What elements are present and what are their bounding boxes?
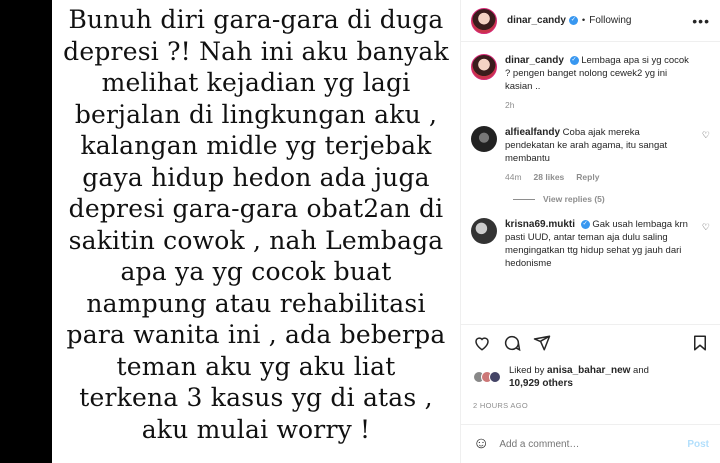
post-text-line: sakitin cowok , nah Lembaga (68, 225, 444, 255)
comment-time: 44m (505, 172, 522, 182)
liker-avatar (489, 371, 501, 383)
liker-avatars (473, 371, 501, 383)
heart-icon[interactable]: ♡ (702, 130, 710, 141)
post-text-line: kalangan midle yg terjebak (80, 131, 432, 160)
post-text-line: teman aku yg aku liat (116, 351, 396, 381)
comment-username[interactable]: alfiealfandy (505, 127, 560, 138)
comment-item: alfiealfandy Coba ajak mereka pendekatan… (471, 126, 710, 184)
post-text-line: gaya hidup hedon ada juga (82, 162, 430, 192)
like-heart-icon[interactable] (473, 334, 491, 355)
comment-bubble-icon[interactable] (503, 334, 521, 355)
post-text-line: aku mulai worry ! (141, 414, 371, 444)
author-avatar[interactable] (471, 7, 497, 34)
following-button[interactable]: Following (589, 15, 631, 26)
post-text-line: terkena 3 kasus yg di atas , (79, 383, 433, 412)
comment-username[interactable]: krisna69.mukti (505, 219, 575, 230)
comment-likes-link[interactable]: 28 likes (534, 171, 565, 184)
post-text-line: apa ya yg cocok buat (120, 257, 392, 286)
comments-section[interactable]: dinar_candy ✓ Lembaga apa si yg cocok ? … (461, 42, 720, 324)
liked-by-label: Liked by (509, 365, 545, 376)
post-timestamp: 2 HOURS AGO (473, 401, 528, 410)
share-send-icon[interactable] (533, 334, 551, 355)
instagram-post-view: Bunuh diri gara-gara di duga depresi ?! … (0, 0, 720, 463)
commenter-avatar[interactable] (471, 126, 497, 152)
post-text-line: depresi ?! Nah ini aku banyak (63, 36, 449, 66)
caption: dinar_candy ✓ Lembaga apa si yg cocok ? … (471, 54, 710, 112)
liked-by-user[interactable]: anisa_bahar_new (547, 365, 630, 376)
post-image[interactable]: Bunuh diri gara-gara di duga depresi ?! … (52, 0, 460, 463)
view-replies-label: View replies (5) (543, 194, 605, 204)
post-text-line: Bunuh diri gara-gara di duga (68, 5, 444, 34)
comment-item: krisna69.mukti ✓ Gak usah lembaga krn pa… (471, 218, 710, 270)
likes-and: and (633, 365, 649, 376)
verified-badge-icon: ✓ (569, 55, 579, 65)
heart-icon[interactable]: ♡ (702, 222, 710, 233)
bookmark-icon[interactable] (691, 334, 709, 355)
post-text-line: para wanita ini , ada beberpa (66, 320, 446, 349)
post-comment-button[interactable]: Post (687, 439, 709, 450)
post-header: dinar_candy ✓ • Following ••• (461, 0, 720, 42)
reply-button[interactable]: Reply (576, 171, 599, 184)
caption-username[interactable]: dinar_candy (505, 55, 564, 66)
verified-badge-icon: ✓ (580, 219, 590, 229)
post-text-line: depresi gara-gara obat2an di (68, 194, 444, 223)
caption-time: 2h (505, 100, 515, 110)
comment-meta: 44m 28 likes Reply (505, 171, 692, 184)
verified-badge-icon: ✓ (568, 16, 578, 25)
separator-dot: • (581, 15, 586, 26)
post-text-line: berjalan di lingkungan aku , (74, 99, 438, 129)
post-text-line: nampung atau rehabilitasi (86, 288, 426, 318)
emoji-smiley-icon[interactable]: ☺ (473, 435, 489, 453)
caption-author-avatar[interactable] (471, 54, 497, 80)
likes-others-link[interactable]: 10,929 others (509, 378, 573, 389)
commenter-avatar[interactable] (471, 218, 497, 244)
caption-meta: 2h (505, 99, 692, 112)
post-image-text: Bunuh diri gara-gara di duga depresi ?! … (52, 0, 460, 445)
add-comment-bar: ☺ Post (461, 424, 720, 463)
likes-summary: Liked by anisa_bahar_new and 10,929 othe… (473, 364, 649, 390)
comment-input[interactable] (499, 438, 678, 450)
post-side-panel: dinar_candy ✓ • Following ••• dinar_cand… (460, 0, 720, 463)
more-options-icon[interactable]: ••• (692, 13, 710, 29)
replies-divider (513, 198, 535, 200)
post-text-line: melihat kejadian yg lagi (101, 68, 411, 97)
view-replies-button[interactable]: View replies (5) (513, 194, 710, 204)
post-actions (461, 324, 720, 364)
author-username[interactable]: dinar_candy (507, 15, 566, 26)
